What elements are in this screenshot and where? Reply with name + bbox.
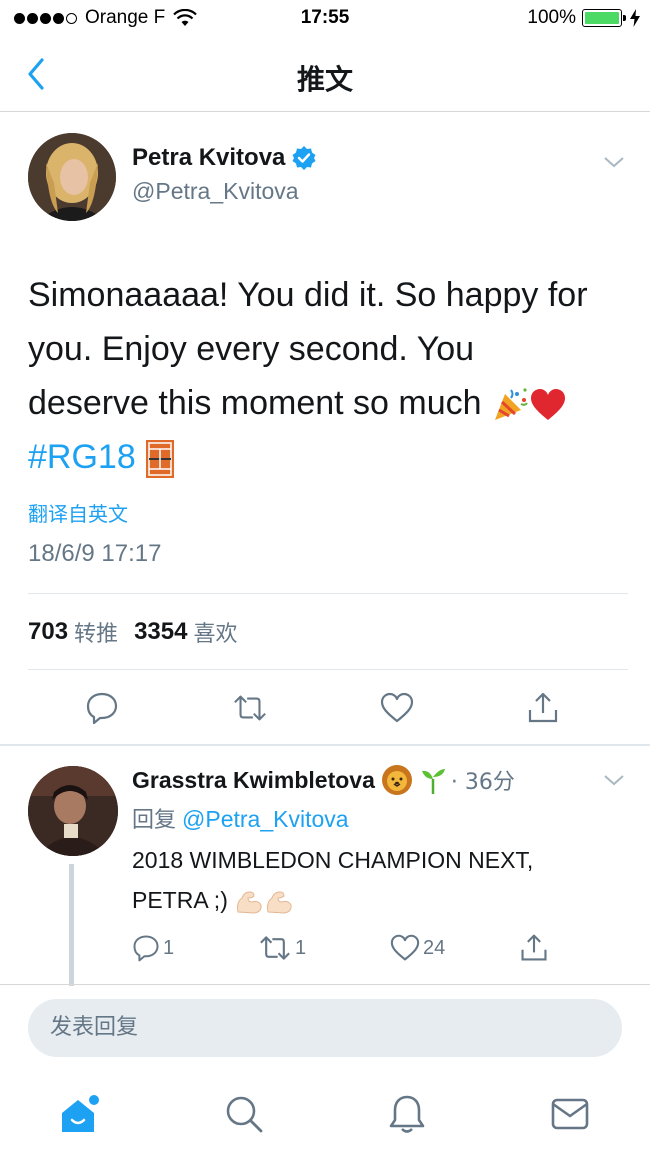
red-heart-icon (530, 389, 565, 421)
battery-percent: 100% (527, 7, 576, 28)
reply-to: 回复 @Petra_Kvitova (132, 802, 349, 834)
reply-button[interactable] (84, 690, 120, 726)
status-right: 100% (527, 7, 640, 29)
avatar[interactable] (28, 133, 116, 221)
seedling-icon (421, 769, 445, 794)
reply-header: Grasstra Kwimbletova · 36分 (132, 764, 515, 796)
party-popper-icon (494, 388, 528, 421)
reply-retweet-count: 1 (295, 936, 307, 959)
retweet-icon (234, 695, 266, 721)
retweet-icon (260, 936, 290, 960)
reply-retweet-button[interactable]: 1 (258, 932, 306, 964)
author-name[interactable]: Petra Kvitova (132, 144, 317, 172)
like-button[interactable] (379, 690, 415, 726)
thread-line (69, 864, 74, 986)
heart-icon (380, 692, 414, 723)
tweet-text: Simonaaaaa! You did it. So happy for you… (28, 268, 628, 484)
reply-like-count: 24 (423, 936, 446, 959)
reply-text-line-2: PETRA ;) (132, 887, 228, 913)
author-name-text: Petra Kvitova (132, 144, 286, 171)
reply-text: 2018 WIMBLEDON CHAMPION NEXT, PETRA ;) (132, 840, 612, 920)
tweet-stats: 703 转推 3354 喜欢 (28, 616, 253, 648)
tab-bar (0, 1072, 650, 1156)
avatar-image (28, 133, 116, 221)
charging-icon (630, 9, 640, 27)
share-icon (528, 692, 558, 723)
divider (28, 669, 628, 670)
share-icon (521, 934, 547, 961)
reply-time: · 36分 (450, 770, 515, 795)
tweet-text-line: Simonaaaaa! You did it. So happy for (28, 276, 588, 314)
reply-like-button[interactable]: 24 (390, 932, 445, 964)
search-icon (226, 1096, 263, 1133)
like-count[interactable]: 3354 (134, 618, 187, 646)
page-title: 推文 (296, 63, 353, 96)
divider (28, 593, 628, 594)
translate-link[interactable]: 翻译自英文 (28, 498, 128, 527)
tab-messages[interactable] (548, 1092, 592, 1136)
compose-bar: 发表回复 (0, 984, 650, 1072)
tweet-hashtag-line: #RG18 (28, 430, 628, 484)
reply-reply-button[interactable]: 1 (132, 932, 174, 964)
reply-author-name[interactable]: Grasstra Kwimbletova (132, 767, 375, 794)
lion-face-icon (381, 765, 412, 795)
battery-icon (582, 9, 626, 27)
tweet-text-line-3: deserve this moment so much (28, 384, 482, 422)
hashtag-link[interactable]: #RG18 (28, 438, 136, 476)
tweet-text-line: you. Enjoy every second. You (28, 330, 475, 368)
tab-notifications[interactable] (385, 1092, 429, 1136)
flexed-biceps-icon (267, 891, 292, 914)
reply-to-handle[interactable]: @Petra_Kvitova (182, 806, 349, 832)
bell-icon (389, 1095, 425, 1133)
battery-fill (585, 12, 619, 24)
reply-reply-count: 1 (163, 936, 175, 959)
home-icon (62, 1095, 99, 1132)
reply-share-button[interactable] (519, 932, 549, 964)
reply-avatar-image (28, 766, 118, 856)
reply-icon (133, 935, 159, 962)
reply-input[interactable]: 发表回复 (28, 999, 622, 1057)
share-button[interactable] (525, 690, 561, 726)
reply-text-line: 2018 WIMBLEDON CHAMPION NEXT, (132, 847, 534, 873)
tennis-court-icon (146, 440, 175, 479)
status-bar: Orange F 17:55 100% (0, 0, 650, 36)
retweet-count[interactable]: 703 (28, 618, 68, 646)
retweet-label[interactable]: 转推 (74, 616, 118, 648)
tab-search[interactable] (222, 1092, 266, 1136)
verified-badge-icon (292, 146, 316, 170)
chevron-down-icon[interactable] (602, 152, 626, 172)
like-label[interactable]: 喜欢 (193, 616, 237, 648)
tweet-timestamp: 18/6/9 17:17 (28, 540, 162, 567)
chevron-down-icon[interactable] (602, 770, 626, 790)
tweet-text-line: deserve this moment so much (28, 376, 628, 430)
mail-icon (551, 1098, 589, 1130)
tab-home[interactable] (58, 1092, 102, 1136)
retweet-button[interactable] (232, 690, 268, 726)
reply-text-line: PETRA ;) (132, 880, 612, 920)
author-handle[interactable]: @Petra_Kvitova (132, 178, 299, 205)
heart-icon (390, 934, 420, 961)
reply-to-label: 回复 (132, 808, 177, 833)
section-divider (0, 744, 650, 746)
reply-avatar[interactable] (28, 766, 118, 856)
flexed-biceps-icon (237, 891, 262, 914)
reply-icon (86, 692, 118, 725)
nav-bar: 推文 (0, 36, 650, 112)
